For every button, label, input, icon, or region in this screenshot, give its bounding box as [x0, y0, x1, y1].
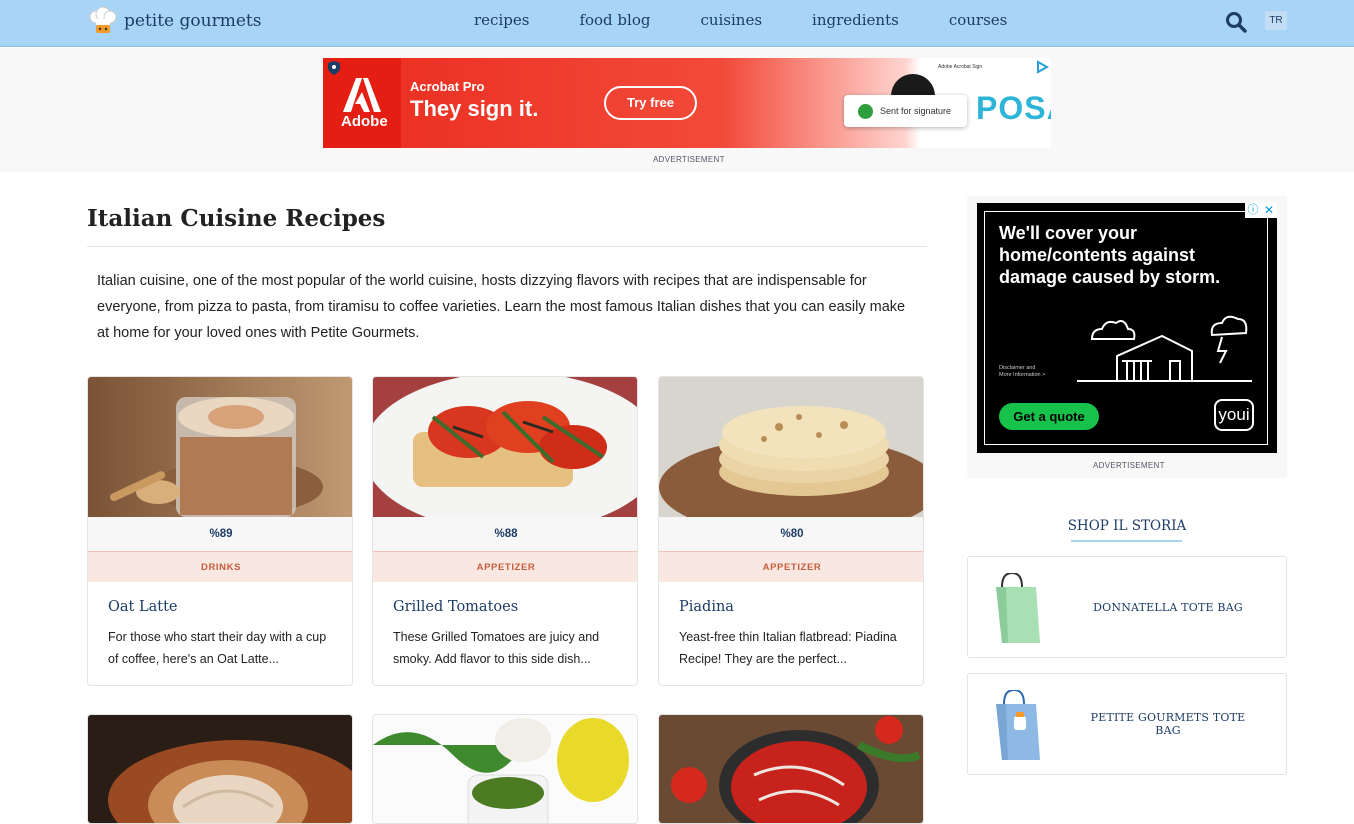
recipe-score: %88: [373, 517, 637, 551]
recipe-image[interactable]: [373, 715, 638, 824]
ad-product-name: Acrobat Pro: [410, 79, 485, 94]
shop-title: SHOP IL STORIA: [1067, 518, 1187, 534]
check-icon: [858, 104, 873, 119]
recipe-card[interactable]: %89 DRINKS Oat Latte For those who start…: [87, 376, 353, 686]
shop-item[interactable]: DONNATELLA TOTE BAG: [967, 556, 1287, 658]
ad-label: ADVERTISEMENT: [1093, 461, 1165, 470]
recipe-card[interactable]: [87, 714, 353, 824]
disclaimer-line-2: More Information >: [999, 372, 1046, 378]
site-logo[interactable]: petite gourmets: [88, 7, 261, 35]
site-header: petite gourmets recipes food blog cuisin…: [0, 0, 1354, 47]
ad-toast: Sent for signature: [844, 95, 967, 127]
ad-sign-label: Adobe Acrobat Sign: [938, 64, 983, 70]
nav-cuisines[interactable]: cuisines: [700, 11, 762, 29]
shop-item-name[interactable]: PETITE GOURMETS TOTE BAG: [1080, 674, 1256, 774]
recipe-description: Yeast-free thin Italian flatbread: Piadi…: [679, 630, 897, 666]
nav-courses[interactable]: courses: [949, 11, 1008, 29]
shield-icon: [328, 61, 340, 75]
chef-hat-icon: [89, 7, 117, 33]
try-free-button[interactable]: Try free: [604, 86, 697, 120]
sidebar-ad-disclaimer[interactable]: Disclaimer and More Information >: [999, 365, 1045, 379]
nav-food-blog[interactable]: food blog: [579, 11, 650, 29]
recipe-name[interactable]: Oat Latte: [108, 599, 177, 615]
nav-recipes[interactable]: recipes: [474, 11, 529, 29]
adchoices-icon[interactable]: [1035, 60, 1049, 74]
close-icon[interactable]: ✕: [1261, 203, 1277, 218]
nav-ingredients[interactable]: ingredients: [812, 11, 899, 29]
divider: [87, 246, 927, 247]
recipe-score: %89: [88, 517, 352, 551]
recipe-card[interactable]: [372, 714, 638, 824]
recipe-description: These Grilled Tomatoes are juicy and smo…: [393, 630, 600, 666]
language-switch[interactable]: TR: [1265, 11, 1287, 30]
recipe-name[interactable]: Piadina: [679, 599, 734, 615]
recipe-category[interactable]: APPETIZER: [659, 551, 923, 582]
recipe-image[interactable]: [659, 715, 924, 824]
shop-title-underline: [1071, 540, 1182, 542]
ad-partial-word: POSA: [976, 90, 1051, 126]
youi-logo: youi: [1214, 399, 1254, 431]
recipe-image[interactable]: [659, 377, 923, 517]
sidebar-ad-area: We'll cover your home/contents against d…: [967, 196, 1287, 478]
recipe-name[interactable]: Grilled Tomatoes: [393, 599, 518, 615]
disclaimer-line-1: Disclaimer and: [999, 365, 1036, 371]
get-quote-button[interactable]: Get a quote: [999, 403, 1099, 430]
top-ad-banner[interactable]: Adobe Acrobat Pro They sign it. Try free…: [323, 58, 1051, 148]
recipe-image[interactable]: [373, 377, 637, 517]
info-icon[interactable]: ⓘ: [1245, 203, 1261, 218]
tote-bag-image: [996, 573, 1040, 643]
recipe-category[interactable]: DRINKS: [88, 551, 352, 582]
site-name: petite gourmets: [124, 11, 262, 31]
recipe-description: For those who start their day with a cup…: [108, 630, 327, 666]
main-nav: recipes food blog cuisines ingredients c…: [474, 11, 1057, 29]
recipe-image[interactable]: [88, 377, 352, 517]
search-icon[interactable]: [1224, 10, 1248, 34]
sidebar-ad-headline: We'll cover your home/contents against d…: [999, 223, 1221, 287]
tote-bag-image: [996, 690, 1040, 760]
recipe-card[interactable]: [658, 714, 924, 824]
intro-text: Italian cuisine, one of the most popular…: [97, 273, 906, 341]
top-ad-area: Adobe Acrobat Pro They sign it. Try free…: [0, 48, 1354, 172]
shop-item[interactable]: PETITE GOURMETS TOTE BAG: [967, 673, 1287, 775]
recipe-card[interactable]: %88 APPETIZER Grilled Tomatoes These Gri…: [372, 376, 638, 686]
recipe-card[interactable]: %80 APPETIZER Piadina Yeast-free thin It…: [658, 376, 924, 686]
adobe-a-icon: [343, 78, 381, 112]
house-storm-illustration: [1077, 315, 1252, 382]
sidebar-ad-banner[interactable]: We'll cover your home/contents against d…: [977, 203, 1277, 453]
recipe-image[interactable]: [88, 715, 353, 824]
adobe-wordmark: Adobe: [341, 113, 388, 130]
recipe-category[interactable]: APPETIZER: [373, 551, 637, 582]
ad-toast-text: Sent for signature: [880, 106, 952, 116]
page-title: Italian Cuisine Recipes: [87, 205, 386, 232]
ad-headline: They sign it.: [410, 96, 539, 121]
shop-item-name[interactable]: DONNATELLA TOTE BAG: [1080, 557, 1256, 657]
recipe-score: %80: [659, 517, 923, 551]
ad-label: ADVERTISEMENT: [653, 155, 725, 164]
